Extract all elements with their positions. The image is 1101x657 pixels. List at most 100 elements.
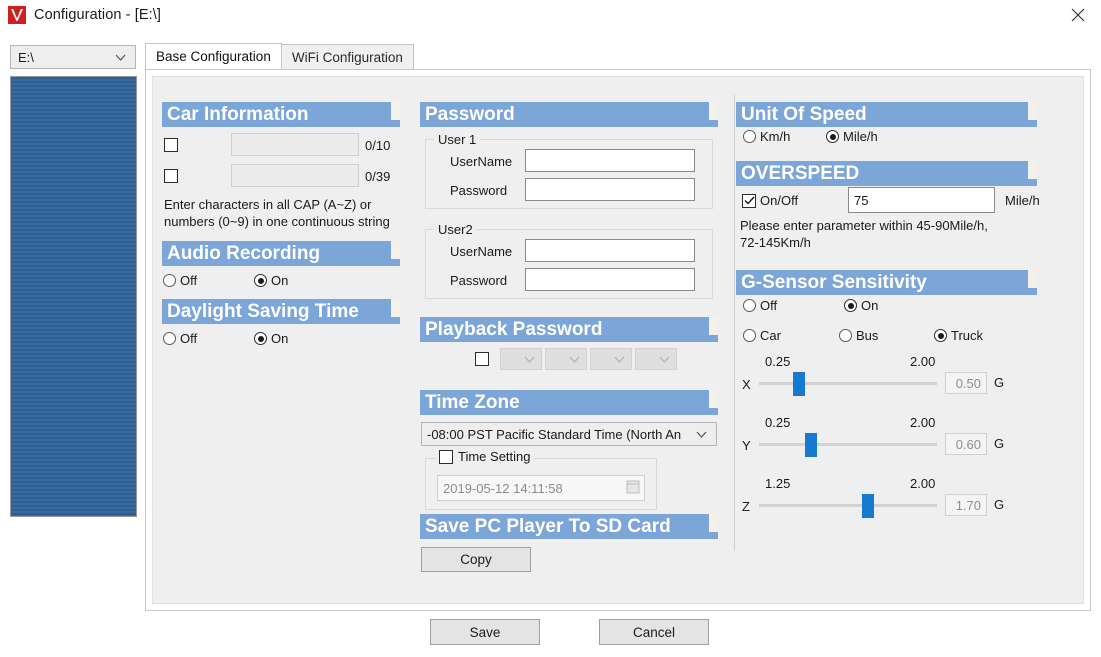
gsensor-bus-option[interactable]: Bus [839, 328, 878, 343]
slider-z-axis-label: Z [742, 499, 750, 514]
playback-password-title: Playback Password [425, 319, 603, 340]
slider-x-thumb[interactable] [792, 372, 805, 396]
drive-select[interactable]: E:\ [10, 45, 136, 69]
overspeed-hint: Please enter parameter within 45-90Mile/… [740, 217, 1030, 251]
user2-password-input[interactable] [525, 268, 695, 291]
time-zone-select[interactable]: -08:00 PST Pacific Standard Time (North … [421, 422, 717, 446]
save-button[interactable]: Save [430, 619, 540, 645]
drive-select-value: E:\ [18, 49, 34, 65]
slider-y-track [759, 443, 937, 446]
gsensor-title: G-Sensor Sensitivity [741, 272, 927, 293]
calendar-dropdown-icon[interactable] [625, 479, 641, 498]
playback-digit-4[interactable] [635, 348, 677, 370]
file-list-panel[interactable] [10, 76, 137, 517]
user1-username-label: UserName [450, 154, 513, 169]
header-notch [391, 241, 400, 266]
save-pc-player-title: Save PC Player To SD Card [425, 516, 671, 537]
gsensor-car-label: Car [760, 328, 781, 343]
car-information-section: Car Information [162, 102, 400, 127]
user2-groupbox: User2 UserName Password [425, 222, 713, 299]
radio-icon [826, 130, 839, 143]
unit-kmh-option[interactable]: Km/h [743, 129, 790, 144]
cancel-button[interactable]: Cancel [599, 619, 709, 645]
car-information-header: Car Information [162, 102, 400, 127]
gsensor-header: G-Sensor Sensitivity [736, 270, 1037, 295]
tab-base-configuration[interactable]: Base Configuration [145, 43, 282, 70]
playback-digit-2[interactable] [545, 348, 587, 370]
user1-password-label: Password [450, 183, 508, 198]
daylight-saving-header: Daylight Saving Time [162, 299, 400, 324]
close-icon[interactable] [1055, 0, 1101, 30]
unit-mileh-option[interactable]: Mile/h [826, 129, 878, 144]
car-info-field-1[interactable] [231, 133, 359, 156]
playback-password-checkbox[interactable] [475, 352, 489, 366]
audio-recording-off-label: Off [180, 273, 198, 288]
unit-kmh-label: Km/h [760, 129, 791, 144]
car-info-checkbox-1[interactable] [164, 138, 178, 152]
tab-wifi-configuration[interactable]: WiFi Configuration [280, 44, 414, 70]
time-setting-checkbox-row[interactable]: Time Setting [436, 449, 534, 464]
gsensor-car-option[interactable]: Car [743, 328, 781, 343]
slider-y-max-tick: 2.00 [910, 415, 936, 430]
app-logo-v-icon [8, 6, 26, 24]
gsensor-off-label: Off [760, 298, 778, 313]
slider-y-min-tick: 0.25 [765, 415, 791, 430]
daylight-saving-on-option[interactable]: On [254, 331, 288, 346]
car-info-field-2[interactable] [231, 164, 359, 187]
chevron-down-icon [111, 54, 129, 61]
overspeed-header: OVERSPEED [736, 161, 1037, 186]
user1-groupbox: User 1 UserName Password [425, 132, 713, 209]
audio-recording-title: Audio Recording [167, 243, 321, 264]
car-information-title: Car Information [167, 104, 309, 125]
gsensor-truck-label: Truck [951, 328, 984, 343]
gsensor-on-option[interactable]: On [844, 298, 878, 313]
slider-y[interactable] [759, 431, 937, 457]
overspeed-title: OVERSPEED [741, 163, 860, 184]
chevron-down-icon [520, 356, 538, 363]
gsensor-off-option[interactable]: Off [743, 298, 777, 313]
slider-z-thumb[interactable] [862, 494, 875, 518]
unit-of-speed-header: Unit Of Speed [736, 102, 1037, 127]
user2-legend: User2 [434, 222, 477, 237]
slider-x-unit: G [994, 375, 1005, 390]
user1-username-input[interactable] [525, 149, 695, 172]
overspeed-onoff-checkbox[interactable] [742, 193, 756, 208]
password-title: Password [425, 104, 515, 125]
slider-z[interactable] [759, 492, 937, 518]
user1-password-input[interactable] [525, 178, 695, 201]
tab-base-configuration-label: Base Configuration [156, 49, 271, 64]
playback-password-section: Playback Password [420, 317, 718, 342]
playback-digit-3[interactable] [590, 348, 632, 370]
overspeed-unit-label: Mile/h [1005, 193, 1040, 208]
chevron-down-icon [565, 356, 583, 363]
header-notch [1028, 270, 1037, 295]
tab-strip: Base Configuration WiFi Configuration [145, 43, 1091, 70]
daylight-saving-section: Daylight Saving Time [162, 299, 400, 324]
daylight-saving-off-option[interactable]: Off [163, 331, 197, 346]
overspeed-onoff-row[interactable]: On/Off [742, 193, 798, 208]
user1-legend: User 1 [434, 132, 481, 147]
slider-y-axis-label: Y [742, 438, 751, 453]
radio-icon [743, 130, 756, 143]
gsensor-truck-option[interactable]: Truck [934, 328, 983, 343]
slider-y-value: 0.60 [945, 433, 987, 455]
user2-username-input[interactable] [525, 239, 695, 262]
overspeed-value-input[interactable]: 75 [848, 187, 995, 213]
slider-y-unit: G [994, 436, 1005, 451]
time-zone-value: -08:00 PST Pacific Standard Time (North … [427, 426, 682, 442]
panel-inner: Car Information 0/10 0/39 Enter characte… [152, 76, 1084, 604]
time-zone-title: Time Zone [425, 392, 520, 413]
password-section: Password [420, 102, 718, 127]
slider-x[interactable] [759, 370, 937, 396]
car-info-checkbox-2[interactable] [164, 169, 178, 183]
playback-digit-1[interactable] [500, 348, 542, 370]
audio-recording-on-option[interactable]: On [254, 273, 288, 288]
slider-z-unit: G [994, 497, 1005, 512]
audio-recording-off-option[interactable]: Off [163, 273, 197, 288]
save-pc-player-section: Save PC Player To SD Card [420, 514, 718, 539]
time-setting-checkbox[interactable] [439, 449, 453, 464]
slider-y-thumb[interactable] [805, 433, 818, 457]
time-setting-label: Time Setting [458, 449, 531, 464]
datetime-field[interactable]: 2019-05-12 14:11:58 [437, 475, 645, 501]
copy-button[interactable]: Copy [421, 547, 531, 572]
